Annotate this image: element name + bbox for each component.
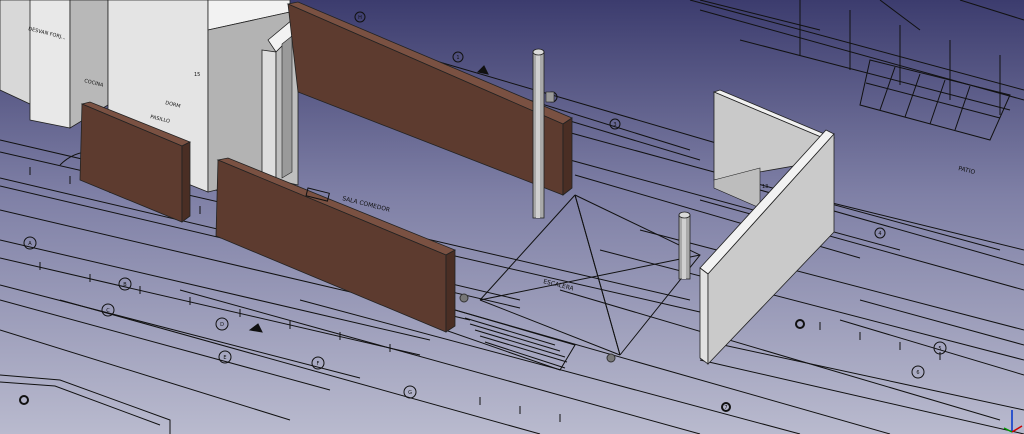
3d-viewport[interactable]: A B C D E F G H 1 2 3 4 5 6 7 SALA COMED… [0,0,1024,434]
scene-canvas[interactable]: A B C D E F G H 1 2 3 4 5 6 7 SALA COMED… [0,0,1024,434]
svg-text:15: 15 [194,72,200,78]
svg-text:G: G [408,390,412,396]
svg-text:D: D [220,322,224,328]
svg-text:A: A [28,241,32,247]
axis-cross-icon [1000,404,1024,434]
svg-text:13: 13 [762,184,768,190]
svg-text:5: 5 [938,346,941,352]
svg-text:6: 6 [916,370,919,376]
svg-text:C: C [106,308,110,314]
svg-text:H: H [358,15,362,21]
brown-wall-back[interactable] [286,1,573,196]
svg-text:F: F [317,361,320,367]
svg-text:ESCALERA: ESCALERA [543,278,576,293]
svg-text:4: 4 [878,231,881,237]
brown-wall-front[interactable] [215,157,456,333]
svg-text:B: B [123,282,127,288]
column-short[interactable] [678,211,691,280]
svg-text:3: 3 [613,122,616,128]
svg-text:E: E [223,355,226,361]
svg-text:7: 7 [724,405,727,411]
svg-text:PATIO: PATIO [958,165,976,176]
svg-text:1: 1 [456,55,459,61]
right-corner-wall[interactable]: 13 [699,89,836,365]
